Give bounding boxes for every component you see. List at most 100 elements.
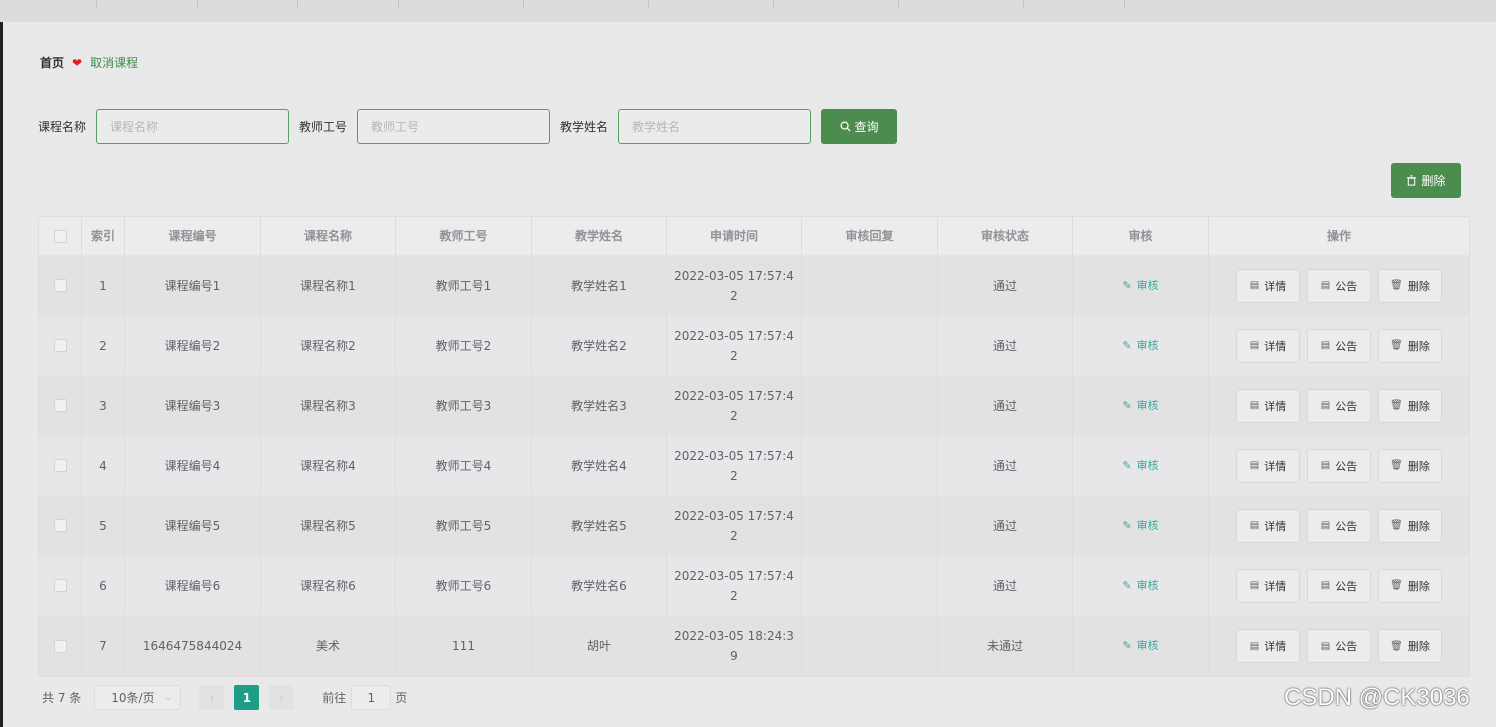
delete-button[interactable]: 🗑 删除 — [1378, 268, 1442, 303]
header-course-no: 课程编号 — [125, 217, 261, 255]
detail-button[interactable]: ▤ 详情 — [1236, 568, 1300, 603]
goto-suffix: 页 — [395, 691, 408, 705]
audit-link[interactable]: ✎ 审核 — [1122, 516, 1158, 536]
notice-button[interactable]: ▤ 公告 — [1307, 629, 1371, 663]
next-page-button[interactable]: › — [269, 685, 295, 710]
cell-index: 6 — [82, 556, 125, 615]
cell-index: 1 — [82, 256, 125, 315]
row-checkbox[interactable] — [53, 399, 67, 412]
delete-label: 删除 — [1407, 339, 1430, 353]
select-all-checkbox[interactable] — [53, 229, 67, 243]
document-icon: ▤ — [1249, 460, 1260, 471]
goto-prefix: 前往 — [322, 691, 347, 705]
notice-button[interactable]: ▤ 公告 — [1307, 568, 1371, 603]
detail-button[interactable]: ▤ 详情 — [1236, 629, 1300, 663]
delete-button[interactable]: 🗑 删除 — [1378, 508, 1442, 543]
cell-status: 通过 — [938, 436, 1073, 495]
notice-label: 公告 — [1335, 399, 1358, 413]
query-button[interactable]: 查询 — [821, 109, 898, 144]
row-checkbox[interactable] — [53, 579, 67, 592]
notice-button[interactable]: ▤ 公告 — [1307, 328, 1371, 363]
delete-button[interactable]: 🗑 删除 — [1378, 448, 1442, 483]
cell-course-no: 1646475844024 — [125, 616, 261, 676]
goto-page-input[interactable] — [351, 685, 392, 710]
cell-course-name: 课程名称6 — [261, 556, 396, 615]
detail-button[interactable]: ▤ 详情 — [1236, 448, 1300, 483]
table-header-row: 索引 课程编号 课程名称 教师工号 教学姓名 申请时间 审核回复 审核状态 审核… — [39, 217, 1469, 256]
delete-button[interactable]: 🗑 删除 — [1378, 629, 1442, 663]
audit-link[interactable]: ✎ 审核 — [1122, 576, 1158, 596]
cell-status: 通过 — [938, 556, 1073, 615]
teacher-no-input[interactable] — [357, 109, 551, 144]
detail-button[interactable]: ▤ 详情 — [1236, 508, 1300, 543]
row-checkbox[interactable] — [53, 639, 67, 653]
table-body: 1 课程编号1 课程名称1 教师工号1 教学姓名1 2022-03-05 17:57:42… — [39, 256, 1469, 676]
notice-label: 公告 — [1335, 339, 1358, 353]
detail-button[interactable]: ▤ 详情 — [1236, 328, 1300, 363]
trash-icon: 🗑 — [1390, 280, 1403, 291]
chevron-left-icon: ‹ — [209, 690, 215, 705]
delete-label: 删除 — [1407, 459, 1430, 473]
row-checkbox[interactable] — [53, 459, 67, 472]
apply-time-text: 2022-03-05 17:57:42 — [674, 448, 794, 483]
delete-button[interactable]: 🗑 删除 — [1378, 388, 1442, 423]
delete-selected-button[interactable]: 删除 — [1391, 163, 1461, 198]
breadcrumb-current: 取消课程 — [90, 56, 139, 70]
cell-status: 通过 — [938, 496, 1073, 555]
cell-actions: ▤ 详情 ▤ 公告 🗑 删除 — [1209, 436, 1469, 495]
page-number-active[interactable]: 1 — [234, 685, 260, 710]
notice-button[interactable]: ▤ 公告 — [1307, 508, 1371, 543]
cell-select — [39, 496, 82, 555]
delete-button[interactable]: 🗑 删除 — [1378, 568, 1442, 603]
row-checkbox[interactable] — [53, 519, 67, 532]
search-icon — [840, 121, 851, 132]
notice-button[interactable]: ▤ 公告 — [1307, 448, 1371, 483]
document-icon: ▤ — [1249, 280, 1260, 291]
audit-link[interactable]: ✎ 审核 — [1122, 336, 1158, 356]
cell-audit: ✎ 审核 — [1073, 316, 1209, 375]
document-icon: ▤ — [1320, 580, 1331, 591]
detail-button[interactable]: ▤ 详情 — [1236, 268, 1300, 303]
course-name-input[interactable] — [96, 109, 290, 144]
cell-teacher-no: 教师工号6 — [396, 556, 532, 615]
notice-button[interactable]: ▤ 公告 — [1307, 268, 1371, 303]
teacher-name-input[interactable] — [618, 109, 812, 144]
chevron-down-icon: ⌄ — [163, 692, 173, 703]
audit-link[interactable]: ✎ 审核 — [1122, 456, 1158, 476]
page-size-select[interactable]: 10条/页 ⌄ — [94, 685, 182, 710]
row-checkbox[interactable] — [53, 339, 67, 352]
audit-label: 审核 — [1136, 458, 1159, 472]
nav-divider — [648, 0, 649, 8]
cell-teacher-name: 教学姓名6 — [532, 556, 667, 615]
delete-button[interactable]: 🗑 删除 — [1378, 328, 1442, 363]
nav-divider — [197, 0, 198, 8]
cell-actions: ▤ 详情 ▤ 公告 🗑 删除 — [1209, 376, 1469, 435]
table-row: 1 课程编号1 课程名称1 教师工号1 教学姓名1 2022-03-05 17:57:42… — [39, 256, 1469, 316]
table-row: 3 课程编号3 课程名称3 教师工号3 教学姓名3 2022-03-05 17:57:42… — [39, 376, 1469, 436]
row-checkbox[interactable] — [53, 279, 67, 292]
cell-teacher-name: 胡叶 — [532, 616, 667, 676]
detail-button[interactable]: ▤ 详情 — [1236, 388, 1300, 423]
page-size-value: 10条/页 — [111, 691, 155, 705]
course-name-label: 课程名称 — [38, 120, 87, 134]
notice-button[interactable]: ▤ 公告 — [1307, 388, 1371, 423]
table-row: 6 课程编号6 课程名称6 教师工号6 教学姓名6 2022-03-05 17:57:42… — [39, 556, 1469, 616]
cell-actions: ▤ 详情 ▤ 公告 🗑 删除 — [1209, 496, 1469, 555]
apply-time-text: 2022-03-05 17:57:42 — [674, 328, 794, 363]
document-icon: ▤ — [1320, 280, 1331, 291]
breadcrumb-home[interactable]: 首页 — [40, 54, 64, 71]
cell-teacher-no: 教师工号3 — [396, 376, 532, 435]
header-index: 索引 — [82, 217, 125, 255]
apply-time-text: 2022-03-05 17:57:42 — [674, 508, 794, 543]
audit-link[interactable]: ✎ 审核 — [1122, 636, 1158, 656]
audit-link[interactable]: ✎ 审核 — [1122, 276, 1158, 296]
cell-teacher-name: 教学姓名4 — [532, 436, 667, 495]
cell-course-name: 课程名称5 — [261, 496, 396, 555]
chevron-right-icon: › — [279, 690, 285, 705]
detail-label: 详情 — [1264, 640, 1287, 653]
watermark: CSDN @CK3036 — [1284, 684, 1470, 711]
cell-teacher-name: 教学姓名1 — [532, 256, 667, 315]
prev-page-button[interactable]: ‹ — [199, 685, 225, 710]
document-icon: ▤ — [1249, 580, 1260, 591]
audit-link[interactable]: ✎ 审核 — [1122, 396, 1158, 416]
